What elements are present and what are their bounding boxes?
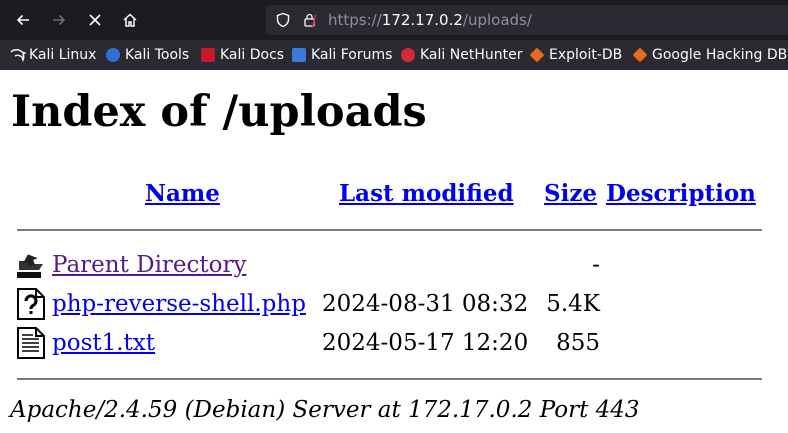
sort-by-size-link[interactable]: Size: [544, 180, 597, 208]
home-button[interactable]: [116, 6, 144, 34]
url-host: 172.17.0.2: [381, 11, 463, 29]
unknown-file-icon: [17, 288, 45, 320]
browser-toolbar: https://172.17.0.2/uploads/: [0, 0, 788, 40]
page-title: Index of /uploads: [11, 87, 427, 137]
back-folder-icon: [17, 254, 43, 278]
url-text[interactable]: https://172.17.0.2/uploads/: [328, 11, 532, 29]
bookmarks-toolbar: Kali Linux Kali Tools Kali Docs Kali For…: [0, 40, 788, 70]
kali-tools-icon: [106, 48, 120, 62]
bookmark-label: Kali NetHunter: [420, 47, 523, 63]
file-link[interactable]: post1.txt: [52, 329, 155, 357]
url-scheme: https://: [328, 11, 382, 29]
forward-button[interactable]: [45, 6, 73, 34]
bookmark-label: Kali Tools: [125, 47, 190, 63]
bookmark-label: Exploit-DB: [549, 47, 623, 63]
kali-dragon-icon: [10, 48, 27, 62]
divider: [17, 229, 762, 231]
bookmark-kali-nethunter[interactable]: Kali NetHunter: [401, 46, 522, 64]
sort-by-description-link[interactable]: Description: [606, 180, 756, 208]
exploit-db-icon: [529, 47, 545, 63]
kali-docs-icon: [201, 48, 215, 62]
bookmark-google-hacking-db[interactable]: Google Hacking DB: [632, 46, 788, 64]
stop-button[interactable]: [81, 6, 109, 34]
kali-nethunter-icon: [401, 48, 415, 62]
bookmark-label: Kali Linux: [29, 47, 97, 63]
row-size: -: [592, 252, 600, 278]
file-link[interactable]: php-reverse-shell.php: [52, 290, 306, 318]
shield-icon[interactable]: [275, 12, 291, 28]
ghdb-icon: [632, 47, 648, 63]
parent-directory-link[interactable]: Parent Directory: [52, 251, 247, 279]
kali-forums-icon: [292, 48, 306, 62]
home-icon: [123, 13, 137, 27]
row-modified: 2024-05-17 12:20: [322, 330, 529, 356]
text-file-icon: [17, 327, 45, 359]
divider: [17, 378, 762, 380]
close-icon: [89, 14, 101, 26]
server-signature: Apache/2.4.59 (Debian) Server at 172.17.…: [10, 397, 640, 423]
bookmark-kali-linux[interactable]: Kali Linux: [10, 46, 96, 64]
bookmark-label: Google Hacking DB: [652, 47, 788, 63]
back-button[interactable]: [9, 6, 37, 34]
lock-warning-icon[interactable]: [302, 12, 318, 28]
row-size: 5.4K: [546, 291, 600, 317]
url-path: /uploads/: [462, 11, 532, 29]
address-bar[interactable]: https://172.17.0.2/uploads/: [266, 5, 788, 35]
bookmark-label: Kali Docs: [220, 47, 285, 63]
bookmark-kali-docs[interactable]: Kali Docs: [201, 46, 284, 64]
row-size: 855: [556, 330, 600, 356]
bookmark-kali-forums[interactable]: Kali Forums: [292, 46, 392, 64]
sort-by-last-modified-link[interactable]: Last modified: [339, 180, 514, 208]
sort-by-name-link[interactable]: Name: [145, 180, 220, 208]
bookmark-exploit-db[interactable]: Exploit-DB: [529, 46, 623, 64]
bookmark-label: Kali Forums: [311, 47, 393, 63]
back-arrow-icon: [16, 14, 29, 26]
bookmark-kali-tools[interactable]: Kali Tools: [106, 46, 189, 64]
forward-arrow-icon: [53, 14, 66, 26]
row-modified: 2024-08-31 08:32: [322, 291, 529, 317]
